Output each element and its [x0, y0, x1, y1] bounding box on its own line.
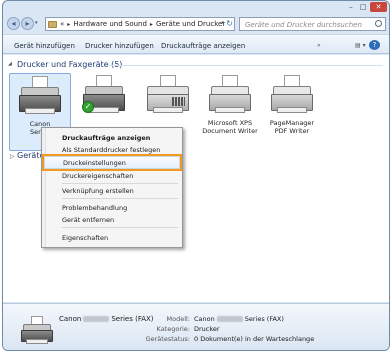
breadcrumb-overflow[interactable]: «: [60, 20, 64, 28]
details-pane: Canon Series (FAX) Modell: Canon Series (F…: [3, 303, 389, 350]
title-bar[interactable]: – □ ✕: [3, 1, 389, 15]
add-printer-button[interactable]: Drucker hinzufügen: [85, 42, 154, 50]
device-pagemanager-pdf[interactable]: PageManager PDF Writer: [261, 73, 323, 151]
printer-icon: [269, 73, 315, 117]
printer-icon: [207, 73, 253, 117]
context-menu: Druckaufträge anzeigen Als Standarddruck…: [41, 127, 183, 248]
breadcrumb-devices-and-printers[interactable]: Geräte und Drucker: [156, 20, 225, 28]
breadcrumb-hardware-and-sound[interactable]: Hardware und Sound: [73, 20, 147, 28]
menu-item-printer-properties[interactable]: Druckereigenschaften: [62, 172, 133, 180]
search-placeholder: Geräte und Drucker durchsuchen: [245, 21, 362, 29]
details-name-prefix: Canon: [59, 315, 82, 323]
forward-button[interactable]: ▸: [21, 17, 34, 30]
device-microsoft-xps[interactable]: Microsoft XPS Document Writer: [199, 73, 261, 151]
group-divider: [107, 65, 383, 66]
command-bar: Gerät hinzufügen Drucker hinzufügen Druc…: [3, 34, 389, 54]
breadcrumb-separator-icon[interactable]: ▸: [150, 21, 153, 28]
menu-separator: [62, 198, 178, 199]
menu-item-remove-device[interactable]: Gerät entfernen: [62, 216, 114, 224]
more-commands-button[interactable]: »: [317, 42, 321, 49]
device-label: Microsoft XPS: [207, 119, 253, 127]
model-value: Canon Series (FAX): [194, 315, 284, 323]
close-button[interactable]: ✕: [370, 2, 387, 12]
device-label: PDF Writer: [274, 127, 310, 135]
search-input[interactable]: Geräte und Drucker durchsuchen: [239, 17, 386, 31]
fax-printer-icon: [20, 316, 54, 346]
help-icon[interactable]: ?: [369, 40, 380, 50]
default-checkmark-icon: ✓: [82, 101, 94, 113]
category-value: Drucker: [194, 325, 220, 333]
menu-item-show-print-jobs[interactable]: Druckaufträge anzeigen: [62, 134, 150, 142]
menu-item-create-shortcut[interactable]: Verknüpfung erstellen: [62, 187, 134, 195]
device-label: PageManager: [269, 119, 315, 127]
model-label: Modell:: [166, 315, 190, 323]
maximize-button[interactable]: □: [357, 2, 369, 12]
navigation-row: ◂ ▸ ▾ « ▸ Hardware und Sound ▸ Geräte un…: [3, 15, 389, 33]
expand-group-icon[interactable]: ▷: [10, 153, 15, 160]
fax-machine-icon: [145, 73, 191, 117]
fax-printer-icon: [17, 74, 63, 118]
menu-separator: [62, 183, 178, 184]
address-dropdown-icon[interactable]: ▾: [221, 20, 224, 26]
address-bar[interactable]: « ▸ Hardware und Sound ▸ Geräte und Druc…: [45, 17, 235, 31]
printer-icon: ✓: [81, 73, 127, 117]
device-status-label: Gerätestatus:: [145, 335, 190, 343]
back-button[interactable]: ◂: [7, 17, 20, 30]
menu-item-set-default[interactable]: Als Standarddrucker festlegen: [62, 146, 160, 154]
category-label: Kategorie:: [156, 325, 190, 333]
show-print-jobs-button[interactable]: Druckaufträge anzeigen: [161, 42, 245, 50]
minimize-button[interactable]: –: [345, 2, 357, 12]
control-panel-icon: [48, 20, 57, 28]
menu-item-printing-preferences[interactable]: Druckeinstellungen: [42, 154, 182, 171]
redacted-text: [83, 316, 110, 322]
add-device-button[interactable]: Gerät hinzufügen: [14, 42, 75, 50]
menu-item-properties[interactable]: Eigenschaften: [62, 234, 108, 242]
menu-separator: [62, 227, 178, 228]
device-label: Document Writer: [202, 127, 258, 135]
redacted-text: [216, 316, 243, 322]
view-options-button[interactable]: ▤ ▾: [355, 42, 366, 49]
recent-pages-chevron-icon[interactable]: ▾: [35, 20, 38, 26]
menu-item-troubleshoot[interactable]: Problembehandlung: [62, 204, 127, 212]
menu-gutter: [42, 128, 46, 247]
refresh-icon[interactable]: ↻: [226, 19, 233, 28]
breadcrumb-separator-icon[interactable]: ▸: [67, 21, 70, 28]
search-icon[interactable]: [375, 20, 382, 27]
collapse-group-icon[interactable]: ◢: [8, 61, 12, 67]
device-status-value: 0 Dokument(e) in der Warteschlange: [194, 335, 315, 343]
